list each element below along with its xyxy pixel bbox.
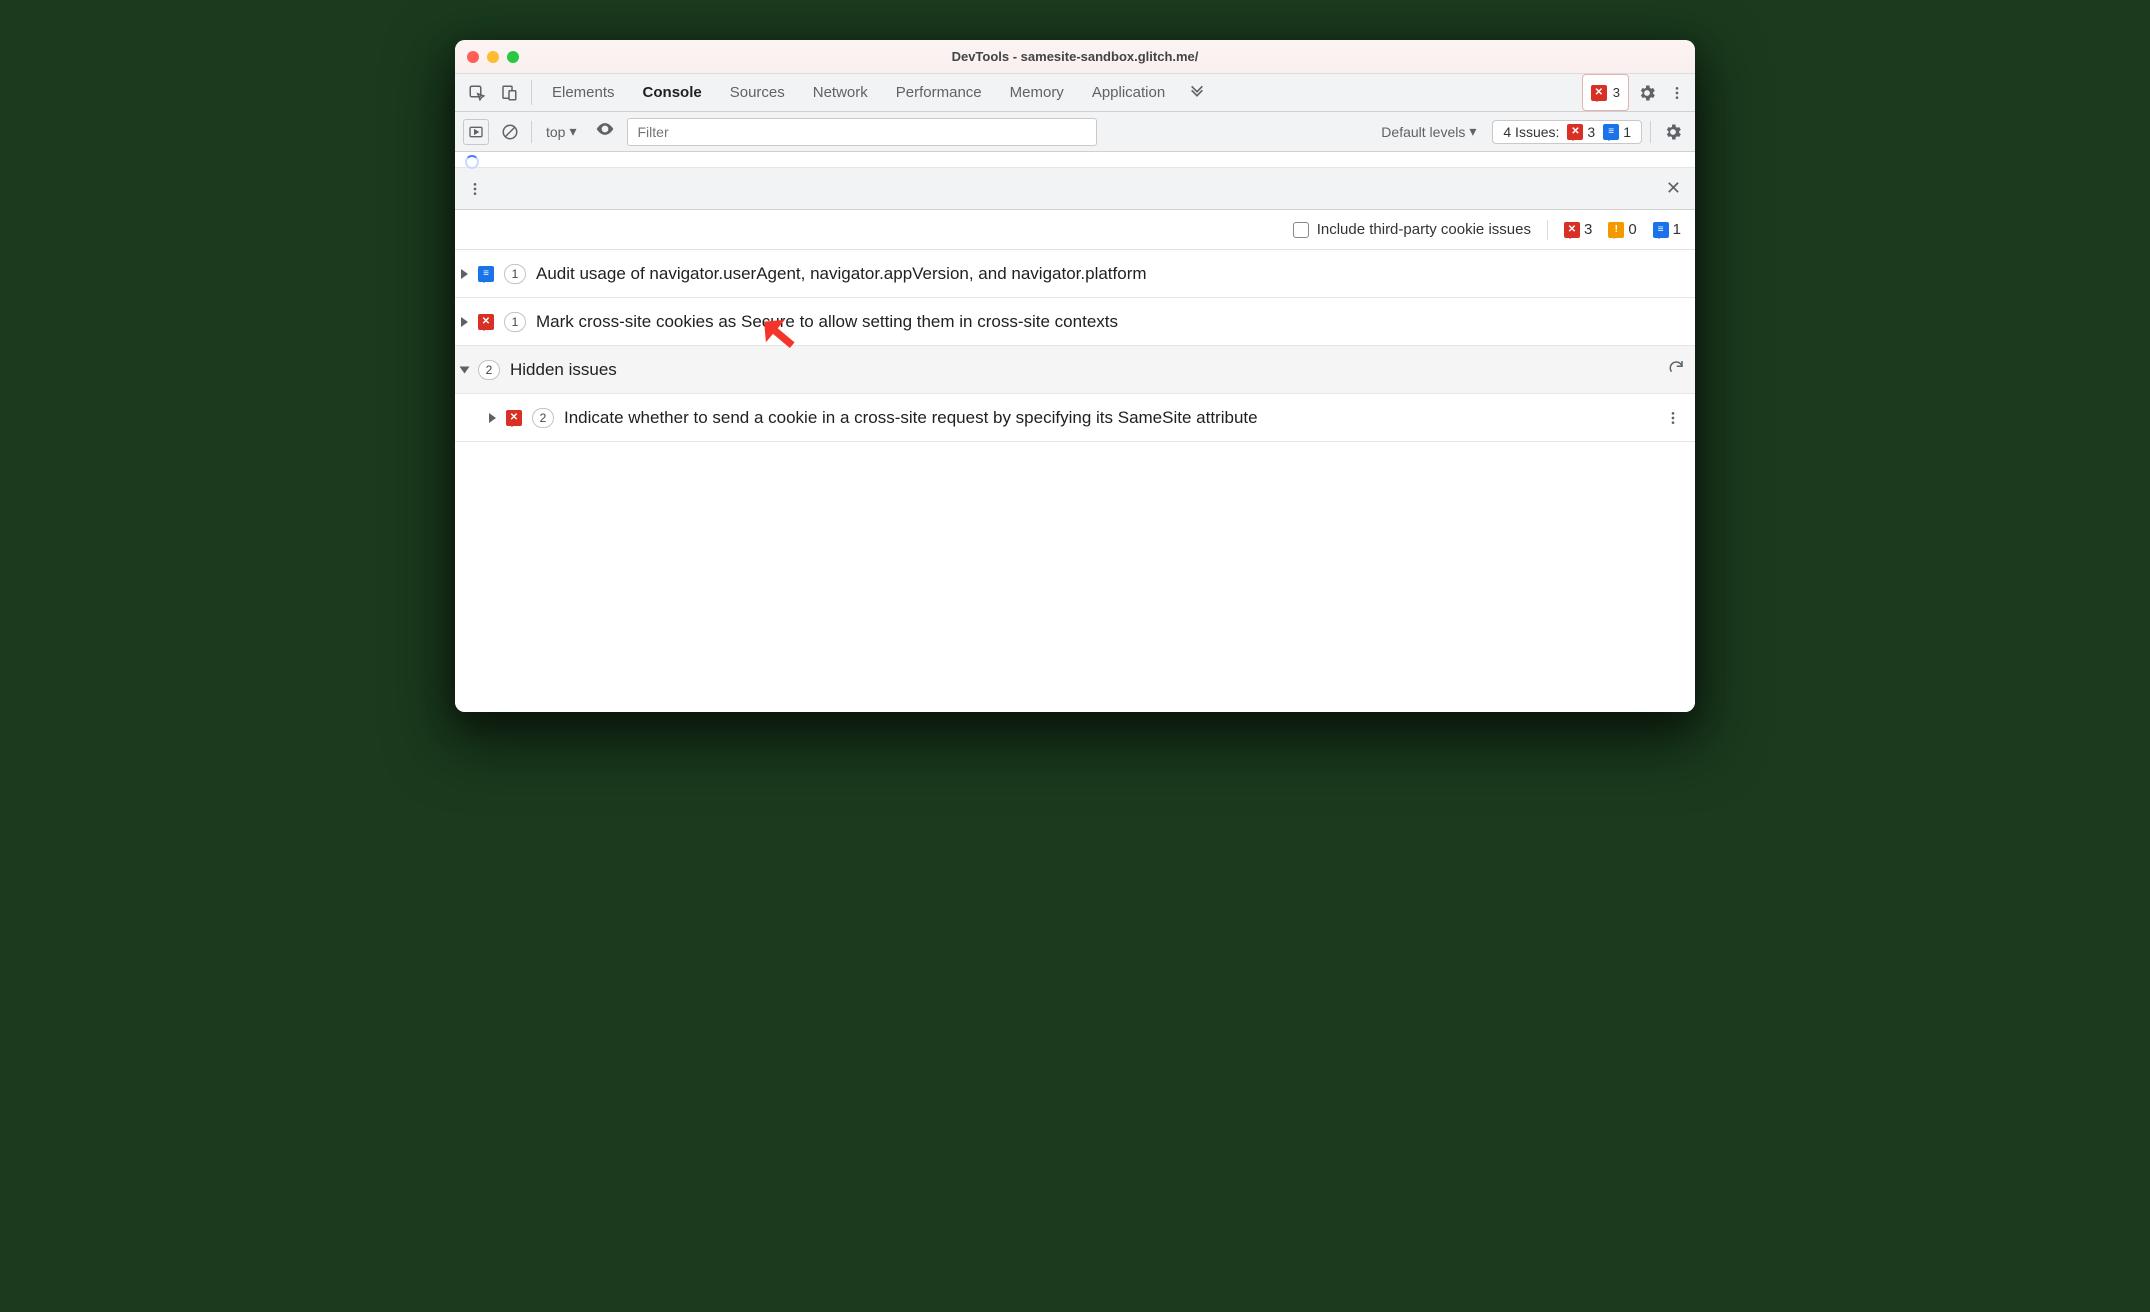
third-party-cookies-toggle[interactable]: Include third-party cookie issues [1293, 221, 1531, 238]
window-title: DevTools - samesite-sandbox.glitch.me/ [455, 49, 1695, 64]
console-settings-icon[interactable] [1659, 122, 1687, 142]
warning-icon: ! [1608, 222, 1624, 238]
tab-sources[interactable]: Sources [716, 74, 799, 111]
expand-icon [461, 269, 468, 279]
tab-console[interactable]: Console [629, 74, 716, 111]
execution-context-selector[interactable]: top ▾ [540, 123, 583, 140]
close-window-button[interactable] [467, 51, 479, 63]
error-count-badge[interactable]: ✕3 [1564, 221, 1592, 238]
issue-text: Indicate whether to send a cookie in a c… [564, 408, 1258, 428]
issue-menu-icon[interactable] [1661, 410, 1685, 426]
issue-row[interactable]: ≡ 1 Audit usage of navigator.userAgent, … [455, 250, 1695, 298]
issue-count-pill: 2 [478, 360, 500, 380]
issues-label: 4 Issues: [1503, 124, 1559, 140]
issues-list: ≡ 1 Audit usage of navigator.userAgent, … [455, 250, 1695, 712]
tab-network[interactable]: Network [799, 74, 882, 111]
console-toolbar: top ▾ Default levels ▾ 4 Issues: ✕3 ≡1 [455, 112, 1695, 152]
close-drawer-icon[interactable]: ✕ [1660, 178, 1687, 199]
drawer-header: ✕ [455, 168, 1695, 210]
tab-elements[interactable]: Elements [538, 74, 629, 111]
checkbox-icon [1293, 222, 1309, 238]
expand-icon [461, 317, 468, 327]
warning-count-badge[interactable]: !0 [1608, 221, 1636, 238]
tabs-row: Elements Console Sources Network Perform… [455, 74, 1695, 112]
separator [531, 80, 532, 105]
tab-memory[interactable]: Memory [996, 74, 1078, 111]
filter-input[interactable] [627, 118, 1097, 146]
settings-icon[interactable] [1629, 74, 1665, 111]
window-controls [467, 51, 519, 63]
context-label: top [546, 124, 565, 140]
info-icon: ≡ [478, 266, 494, 282]
maximize-window-button[interactable] [507, 51, 519, 63]
error-icon: ✕ [478, 314, 494, 330]
hidden-issues-group[interactable]: 2 Hidden issues [455, 346, 1695, 394]
error-icon: ✕ [1591, 85, 1607, 101]
issue-row[interactable]: ✕ 2 Indicate whether to send a cookie in… [455, 394, 1695, 442]
issue-text: Mark cross-site cookies as Secure to all… [536, 312, 1118, 332]
log-levels-selector[interactable]: Default levels ▾ [1373, 123, 1484, 140]
chevron-down-icon: ▾ [1469, 123, 1476, 140]
inspect-element-icon[interactable] [461, 74, 493, 111]
live-expression-icon[interactable] [591, 119, 619, 144]
issues-filterbar: Include third-party cookie issues ✕3 !0 … [455, 210, 1695, 250]
tab-performance[interactable]: Performance [882, 74, 996, 111]
titlebar: DevTools - samesite-sandbox.glitch.me/ [455, 40, 1695, 74]
toggle-sidebar-icon[interactable] [463, 119, 489, 145]
collapse-icon [460, 366, 470, 373]
info-count-badge[interactable]: ≡1 [1653, 221, 1681, 238]
drawer-menu-icon[interactable] [463, 181, 487, 197]
refresh-icon[interactable] [1667, 358, 1685, 381]
issue-row[interactable]: ✕ 1 Mark cross-site cookies as Secure to… [455, 298, 1695, 346]
separator [1547, 220, 1548, 240]
issue-count-pill: 1 [504, 264, 526, 284]
tabs-overflow-icon[interactable] [1179, 74, 1215, 111]
checkbox-label: Include third-party cookie issues [1317, 221, 1531, 238]
error-count: 3 [1613, 85, 1620, 100]
error-icon: ✕ [506, 410, 522, 426]
empty-space [455, 442, 1695, 712]
minimize-window-button[interactable] [487, 51, 499, 63]
device-toolbar-icon[interactable] [493, 74, 525, 111]
expand-icon [489, 413, 496, 423]
error-icon: ✕ [1564, 222, 1580, 238]
error-summary-badge[interactable]: ✕ 3 [1582, 74, 1629, 111]
issue-count-pill: 1 [504, 312, 526, 332]
info-icon: ≡ [1603, 124, 1619, 140]
more-menu-icon[interactable] [1665, 74, 1689, 111]
tab-application[interactable]: Application [1078, 74, 1179, 111]
issues-blue-count: 1 [1623, 124, 1631, 140]
info-icon: ≡ [1653, 222, 1669, 238]
issue-text: Audit usage of navigator.userAgent, navi… [536, 264, 1147, 284]
devtools-window: DevTools - samesite-sandbox.glitch.me/ E… [455, 40, 1695, 712]
hidden-issues-label: Hidden issues [510, 360, 617, 380]
error-icon: ✕ [1567, 124, 1583, 140]
issues-red-count: 3 [1587, 124, 1595, 140]
issues-summary-button[interactable]: 4 Issues: ✕3 ≡1 [1492, 120, 1642, 144]
issue-count-pill: 2 [532, 408, 554, 428]
console-loading-indicator [455, 152, 1695, 168]
chevron-down-icon: ▾ [569, 123, 576, 140]
levels-label: Default levels [1381, 124, 1465, 140]
clear-console-icon[interactable] [497, 119, 523, 145]
